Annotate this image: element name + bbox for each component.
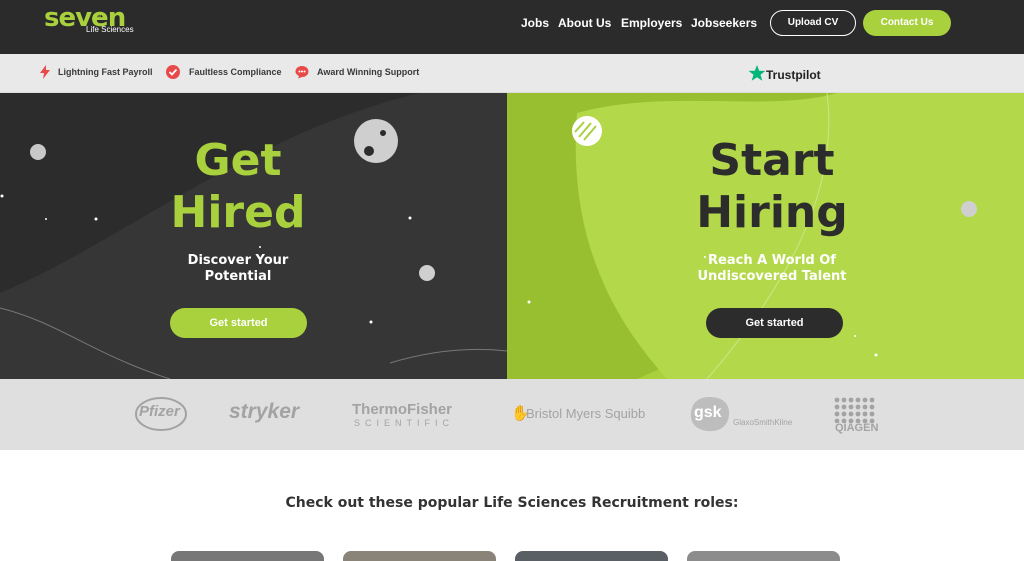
role-card[interactable] [515,551,668,561]
site-header: seven TM Life Sciences Jobs About Us Emp… [0,0,1024,54]
hero-start-hiring: Start Hiring Reach A World Of Undiscover… [507,93,1024,379]
nav-employers[interactable]: Employers [621,16,682,30]
hero-right-subtitle-line2: Undiscovered Talent [697,269,847,284]
brand-glaxosmithkline: GlaxoSmithKline [733,418,793,427]
upload-cv-button[interactable]: Upload CV [770,10,856,36]
hero-left-subtitle-line1: Discover Your [187,253,289,268]
role-card[interactable] [687,551,840,561]
chat-bubble-icon [295,66,309,79]
trustpilot-link[interactable]: Trustpilot [766,68,821,82]
trust-bar: Lightning Fast Payroll Faultless Complia… [0,54,1024,93]
brand-bristol-myers-squibb: Bristol Myers Squibb [526,406,646,421]
roles-section-title: Check out these popular Life Sciences Re… [285,495,739,511]
role-card[interactable] [171,551,324,561]
brand-thermofisher: ThermoFisher [352,401,453,418]
contact-us-button[interactable]: Contact Us [863,10,951,36]
trust-item-support: Award Winning Support [317,67,420,77]
role-card[interactable] [343,551,496,561]
nav-about-us[interactable]: About Us [558,16,611,30]
brand-pfizer: Pfizer [139,403,180,420]
logo-subtitle: Life Sciences [86,25,134,34]
qiagen-dot-grid-icon [834,397,875,423]
trustpilot-star-icon [748,65,766,81]
brand-qiagen: QIAGEN [835,422,879,434]
hero-right-title-line2: Hiring [696,187,848,238]
hero-left-subtitle-line2: Potential [204,269,272,284]
hero-right-title-line1: Start [709,135,835,186]
hero-left-title-line1: Get [194,135,282,186]
get-started-employer-button[interactable]: Get started [706,308,843,338]
logo-trademark: TM [94,14,102,20]
nav-jobseekers[interactable]: Jobseekers [691,16,757,30]
brand-thermofisher-scientific: SCIENTIFIC [354,418,455,428]
hero-right-subtitle-line1: Reach A World Of [708,253,836,268]
trust-item-payroll: Lightning Fast Payroll [58,67,153,77]
trust-item-compliance: Faultless Compliance [189,67,282,77]
lightning-icon [40,65,50,79]
check-circle-icon [166,65,180,79]
hero-left-title-line2: Hired [170,187,306,238]
brand-gsk: gsk [694,404,722,421]
client-logos-strip: Pfizer stryker ThermoFisher SCIENTIFIC ✋… [0,379,1024,450]
get-started-jobseeker-button[interactable]: Get started [170,308,307,338]
hero-get-hired: Get Hired Discover Your Potential Get st… [0,93,507,379]
hero-right-logo-badge-icon [572,116,602,146]
brand-stryker: stryker [229,400,300,423]
nav-jobs[interactable]: Jobs [521,16,549,30]
